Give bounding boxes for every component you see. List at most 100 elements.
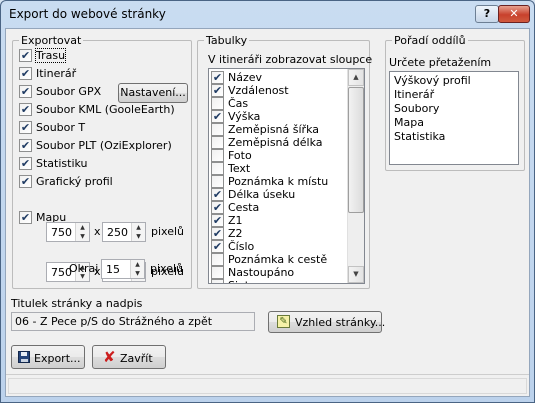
- window-title: Export do webové stránky: [9, 7, 166, 21]
- profil-height-value: 250: [107, 226, 128, 239]
- spinner-arrows-icon[interactable]: ▲▼: [75, 223, 89, 241]
- checkbox-label-kml[interactable]: Soubor KML (GooleEarth): [36, 103, 175, 116]
- scroll-thumb[interactable]: [348, 87, 364, 213]
- section-item[interactable]: Výškový profil: [394, 74, 471, 87]
- section-item[interactable]: Soubory: [394, 102, 439, 115]
- checkbox-soubor-t[interactable]: ✔: [19, 121, 32, 134]
- vzhled-stranky-button[interactable]: ✎ Vzhled stránky...: [268, 311, 386, 333]
- profil-height-spinner[interactable]: 250 ▲ ▼: [102, 222, 146, 242]
- checkbox-kml[interactable]: ✔: [19, 103, 32, 116]
- checkbox-label-column-10[interactable]: Cesta: [228, 201, 259, 214]
- checkbox-label-trasu[interactable]: Trasu: [34, 48, 67, 63]
- checkbox-column-4[interactable]: [211, 123, 224, 136]
- checkbox-label-column-13[interactable]: Číslo: [228, 240, 254, 253]
- checkbox-label-column-4[interactable]: Zeměpisná šířka: [228, 123, 319, 136]
- section-item[interactable]: Mapa: [394, 116, 424, 129]
- columns-listbox[interactable]: ✔ Název ✔ Vzdálenost Čas ✔ Výška Zeměpisná šířk…: [208, 68, 365, 284]
- checkbox-column-3[interactable]: ✔: [211, 110, 224, 123]
- export-button[interactable]: Export...: [11, 345, 85, 369]
- poradi-group: Pořadí oddílů Určete přetažením Výškový …: [385, 34, 525, 171]
- checkbox-label-itinerar[interactable]: Itinerář: [36, 67, 76, 80]
- vzhled-stranky-label: Vzhled stránky...: [295, 316, 386, 329]
- title-bar[interactable]: Export do webové stránky ? ✕: [1, 1, 534, 28]
- okraj-pixelu-label: pixelů: [150, 262, 184, 275]
- section-item[interactable]: Statistika: [394, 130, 445, 143]
- checkbox-label-column-11[interactable]: Z1: [228, 214, 243, 227]
- titulek-input[interactable]: 06 - Z Pece p/S do Strážného a zpět: [11, 312, 255, 331]
- profil-pixelu-label: pixelů: [151, 225, 185, 238]
- poradi-group-title: Pořadí oddílů: [392, 34, 468, 47]
- checkbox-column-2[interactable]: [211, 97, 224, 110]
- close-x-icon: ✘: [103, 348, 116, 366]
- checkbox-label-column-0[interactable]: Název: [228, 71, 262, 84]
- tabulky-subtitle: V itineráři zobrazovat sloupce: [208, 53, 373, 66]
- spinner-arrows-icon[interactable]: ▲▼: [131, 223, 145, 241]
- checkbox-plt[interactable]: ✔: [19, 139, 32, 152]
- checkbox-label-statistiku[interactable]: Statistiku: [36, 157, 88, 170]
- checkbox-label-column-15[interactable]: Nastoupáno: [228, 266, 294, 279]
- checkbox-column-11[interactable]: ✔: [211, 214, 224, 227]
- checkbox-statistiku[interactable]: ✔: [19, 157, 32, 170]
- close-button[interactable]: ✕: [498, 5, 530, 23]
- zavrit-label: Zavřít: [120, 352, 153, 365]
- checkbox-label-column-2[interactable]: Čas: [228, 97, 248, 110]
- checkbox-itinerar[interactable]: ✔: [19, 67, 32, 80]
- export-label: Export...: [34, 352, 81, 365]
- nastaveni-button[interactable]: Nastavení...: [118, 83, 188, 103]
- checkbox-label-column-5[interactable]: Zeměpisná délka: [228, 136, 323, 149]
- checkbox-column-13[interactable]: ✔: [211, 240, 224, 253]
- titulek-label: Titulek stránky a nadpis: [11, 297, 143, 310]
- checkbox-graficky-profil[interactable]: ✔: [19, 175, 32, 188]
- checkbox-column-1[interactable]: ✔: [211, 84, 224, 97]
- checkbox-label-soubor-t[interactable]: Soubor T: [36, 121, 85, 134]
- checkbox-gpx[interactable]: ✔: [19, 85, 32, 98]
- titulek-value: 06 - Z Pece p/S do Strážného a zpět: [15, 315, 213, 328]
- section-item[interactable]: Itinerář: [394, 88, 434, 101]
- checkbox-label-column-1[interactable]: Vzdálenost: [228, 84, 289, 97]
- scroll-down-icon[interactable]: ▼: [348, 266, 364, 283]
- exportovat-group: Exportovat ✔ Trasu ✔ Itinerář ✔ Soubor GPX ✔ So…: [12, 34, 192, 289]
- times-sign: x: [94, 225, 101, 238]
- checkbox-column-7[interactable]: [211, 162, 224, 175]
- checkbox-column-8[interactable]: [211, 175, 224, 188]
- spinner-arrows-icon[interactable]: ▲▼: [130, 260, 144, 278]
- exportovat-group-title: Exportovat: [19, 34, 84, 47]
- checkbox-column-5[interactable]: [211, 136, 224, 149]
- checkbox-column-15[interactable]: [211, 266, 224, 279]
- okraj-value: 15: [106, 263, 120, 276]
- okraj-label: Okraj: [69, 262, 99, 275]
- checkbox-label-gpx[interactable]: Soubor GPX: [36, 85, 101, 98]
- okraj-spinner[interactable]: 15 ▲ ▼: [101, 259, 145, 279]
- profil-width-spinner[interactable]: 750 ▲ ▼: [46, 222, 90, 242]
- zavrit-button[interactable]: ✘ Zavřít: [92, 345, 166, 369]
- checkbox-mapu[interactable]: ✔: [19, 211, 32, 224]
- checkbox-trasu[interactable]: ✔: [19, 49, 32, 62]
- checkbox-column-0[interactable]: ✔: [211, 71, 224, 84]
- tabulky-group-title: Tabulky: [204, 34, 250, 47]
- profil-width-value: 750: [51, 226, 72, 239]
- export-dialog: Export do webové stránky ? ✕ Exportovat …: [0, 0, 535, 403]
- checkbox-column-9[interactable]: ✔: [211, 188, 224, 201]
- checkbox-label-column-7[interactable]: Text: [228, 162, 250, 175]
- checkbox-label-column-8[interactable]: Poznámka k místu: [228, 175, 328, 188]
- status-panel: [8, 378, 527, 394]
- checkbox-label-plt[interactable]: Soubor PLT (OziExplorer): [36, 139, 172, 152]
- checkbox-column-10[interactable]: ✔: [211, 201, 224, 214]
- checkbox-label-column-6[interactable]: Foto: [228, 149, 252, 162]
- help-button[interactable]: ?: [475, 5, 499, 23]
- checkbox-column-14[interactable]: [211, 253, 224, 266]
- checkbox-label-column-3[interactable]: Výška: [228, 110, 260, 123]
- checkbox-label-column-14[interactable]: Poznámka k cestě: [228, 253, 327, 266]
- checkbox-label-column-16[interactable]: Sjeto: [228, 279, 256, 283]
- columns-scrollbar[interactable]: ▲ ▼: [347, 69, 364, 283]
- sections-listbox[interactable]: Výškový profil Itinerář Soubory Mapa Statist…: [389, 71, 519, 165]
- checkbox-label-column-12[interactable]: Z2: [228, 227, 243, 240]
- checkbox-column-16[interactable]: [211, 279, 224, 283]
- checkbox-label-graficky-profil[interactable]: Grafický profil: [36, 175, 113, 188]
- checkbox-column-6[interactable]: [211, 149, 224, 162]
- save-disk-icon: [18, 351, 30, 363]
- checkbox-label-column-9[interactable]: Délka úseku: [228, 188, 295, 201]
- checkbox-column-12[interactable]: ✔: [211, 227, 224, 240]
- tabulky-group: Tabulky V itineráři zobrazovat sloupce ✔…: [197, 34, 373, 289]
- scroll-up-icon[interactable]: ▲: [348, 69, 364, 86]
